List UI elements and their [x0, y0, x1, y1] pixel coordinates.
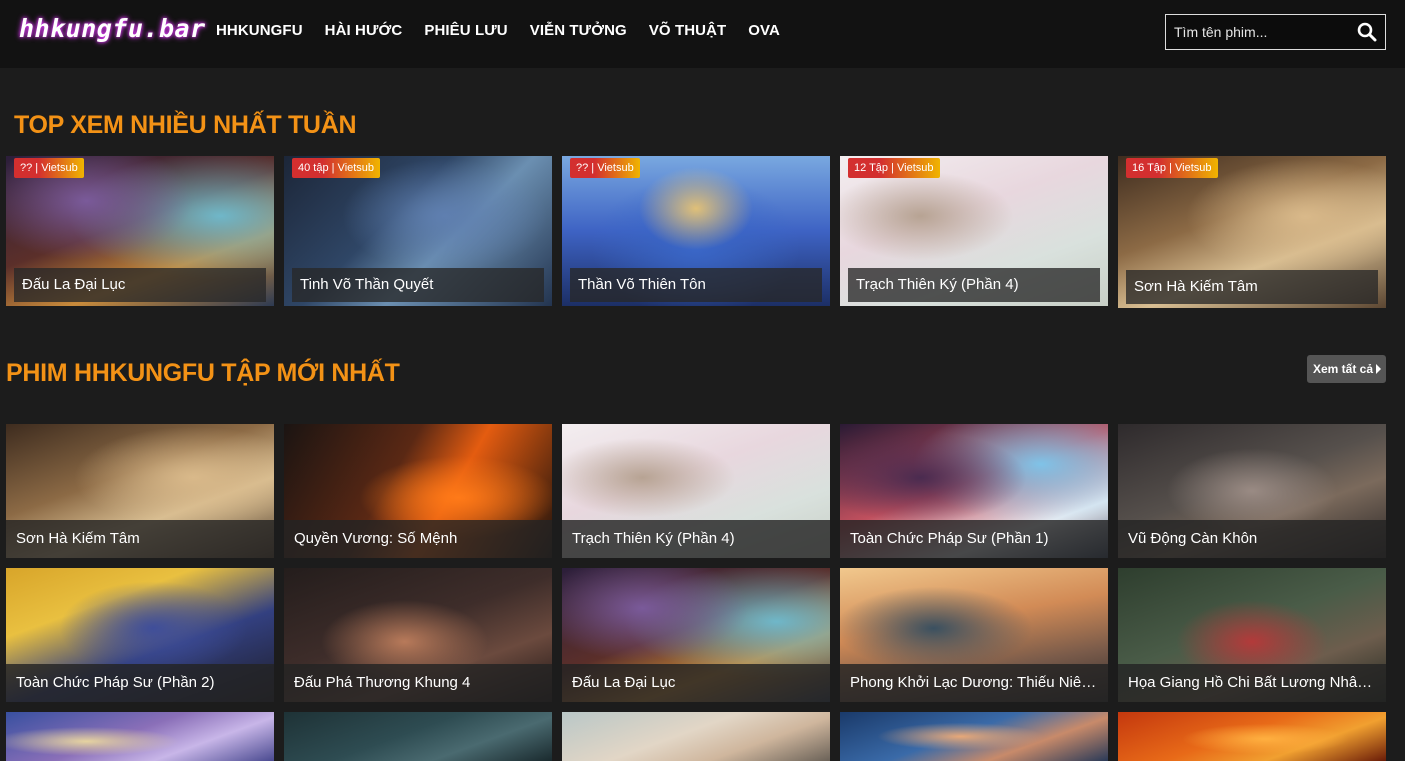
latest-card[interactable]: Đấu Phá Thương Khung 4 — [284, 568, 552, 702]
nav-item-ova[interactable]: OVA — [748, 22, 780, 39]
latest-card[interactable]: Quyền Vương: Số Mệnh — [284, 424, 552, 558]
latest-card[interactable]: Toàn Chức Pháp Sư (Phần 2) — [6, 568, 274, 702]
episode-badge: 12 Tập | Vietsub — [848, 158, 940, 178]
main-nav: HHKUNGFU HÀI HƯỚC PHIÊU LƯU VIỄN TƯỞNG V… — [216, 22, 780, 39]
card-title: Đấu La Đại Lục — [562, 664, 830, 702]
top-week-card[interactable]: ?? | Vietsub Thần Võ Thiên Tôn — [562, 156, 830, 306]
card-title: Toàn Chức Pháp Sư (Phần 2) — [6, 664, 274, 702]
see-all-button[interactable]: Xem tất cả — [1307, 355, 1386, 383]
nav-item-vien-tuong[interactable]: VIỄN TƯỞNG — [530, 22, 627, 39]
card-title: Quyền Vương: Số Mệnh — [284, 520, 552, 558]
search-input[interactable] — [1166, 15, 1346, 48]
poster-image — [1118, 712, 1386, 761]
card-title: Đấu La Đại Lục — [14, 268, 266, 302]
nav-item-vo-thuat[interactable]: VÕ THUẬT — [649, 22, 726, 39]
card-title: Trạch Thiên Ký (Phần 4) — [848, 268, 1100, 302]
card-title: Trạch Thiên Ký (Phần 4) — [562, 520, 830, 558]
latest-card[interactable]: Phong Khởi Lạc Dương: Thiếu Niên Bách Lý… — [840, 568, 1108, 702]
latest-card[interactable] — [284, 712, 552, 761]
episode-badge: 16 Tập | Vietsub — [1126, 158, 1218, 178]
episode-badge: ?? | Vietsub — [570, 158, 640, 178]
nav-item-phieu-luu[interactable]: PHIÊU LƯU — [424, 22, 507, 39]
card-title: Đấu Phá Thương Khung 4 — [284, 664, 552, 702]
nav-item-hai-huoc[interactable]: HÀI HƯỚC — [325, 22, 403, 39]
search-box — [1165, 14, 1386, 50]
section-title-latest: PHIM HHKUNGFU TẬP MỚI NHẤT — [6, 359, 400, 387]
latest-card[interactable] — [6, 712, 274, 761]
poster-image — [284, 712, 552, 761]
card-title: Thần Võ Thiên Tôn — [570, 268, 822, 302]
poster-image — [840, 712, 1108, 761]
poster-image — [562, 712, 830, 761]
top-week-card[interactable]: 16 Tập | Vietsub Sơn Hà Kiếm Tâm — [1118, 156, 1386, 308]
card-title: Sơn Hà Kiếm Tâm — [6, 520, 274, 558]
latest-card[interactable] — [562, 712, 830, 761]
latest-card[interactable]: Vũ Động Càn Khôn — [1118, 424, 1386, 558]
caret-right-icon — [1376, 364, 1382, 374]
card-title: Họa Giang Hồ Chi Bất Lương Nhân Phần 6 — [1118, 664, 1386, 702]
latest-card[interactable]: Họa Giang Hồ Chi Bất Lương Nhân Phần 6 — [1118, 568, 1386, 702]
site-logo[interactable]: hhkungfu.bar — [19, 14, 206, 43]
latest-card[interactable]: Đấu La Đại Lục — [562, 568, 830, 702]
search-icon[interactable] — [1357, 22, 1377, 42]
episode-badge: ?? | Vietsub — [14, 158, 84, 178]
top-week-card[interactable]: 40 tập | Vietsub Tinh Võ Thần Quyết — [284, 156, 552, 306]
section-title-top-week: TOP XEM NHIỀU NHẤT TUẦN — [14, 111, 357, 139]
site-header: hhkungfu.bar HHKUNGFU HÀI HƯỚC PHIÊU LƯU… — [0, 0, 1405, 68]
card-title: Toàn Chức Pháp Sư (Phần 1) — [840, 520, 1108, 558]
card-title: Vũ Động Càn Khôn — [1118, 520, 1386, 558]
latest-card[interactable] — [1118, 712, 1386, 761]
card-title: Sơn Hà Kiếm Tâm — [1126, 270, 1378, 304]
episode-badge: 40 tập | Vietsub — [292, 158, 381, 178]
latest-card[interactable]: Sơn Hà Kiếm Tâm — [6, 424, 274, 558]
top-week-card[interactable]: ?? | Vietsub Đấu La Đại Lục — [6, 156, 274, 306]
latest-card[interactable]: Trạch Thiên Ký (Phần 4) — [562, 424, 830, 558]
top-week-card[interactable]: 12 Tập | Vietsub Trạch Thiên Ký (Phần 4) — [840, 156, 1108, 306]
see-all-label: Xem tất cả — [1313, 362, 1374, 376]
card-title: Phong Khởi Lạc Dương: Thiếu Niên Bách Lý… — [840, 664, 1108, 702]
card-title: Tinh Võ Thần Quyết — [292, 268, 544, 302]
poster-image — [6, 712, 274, 761]
latest-card[interactable] — [840, 712, 1108, 761]
latest-card[interactable]: Toàn Chức Pháp Sư (Phần 1) — [840, 424, 1108, 558]
nav-item-hhkungfu[interactable]: HHKUNGFU — [216, 22, 303, 39]
